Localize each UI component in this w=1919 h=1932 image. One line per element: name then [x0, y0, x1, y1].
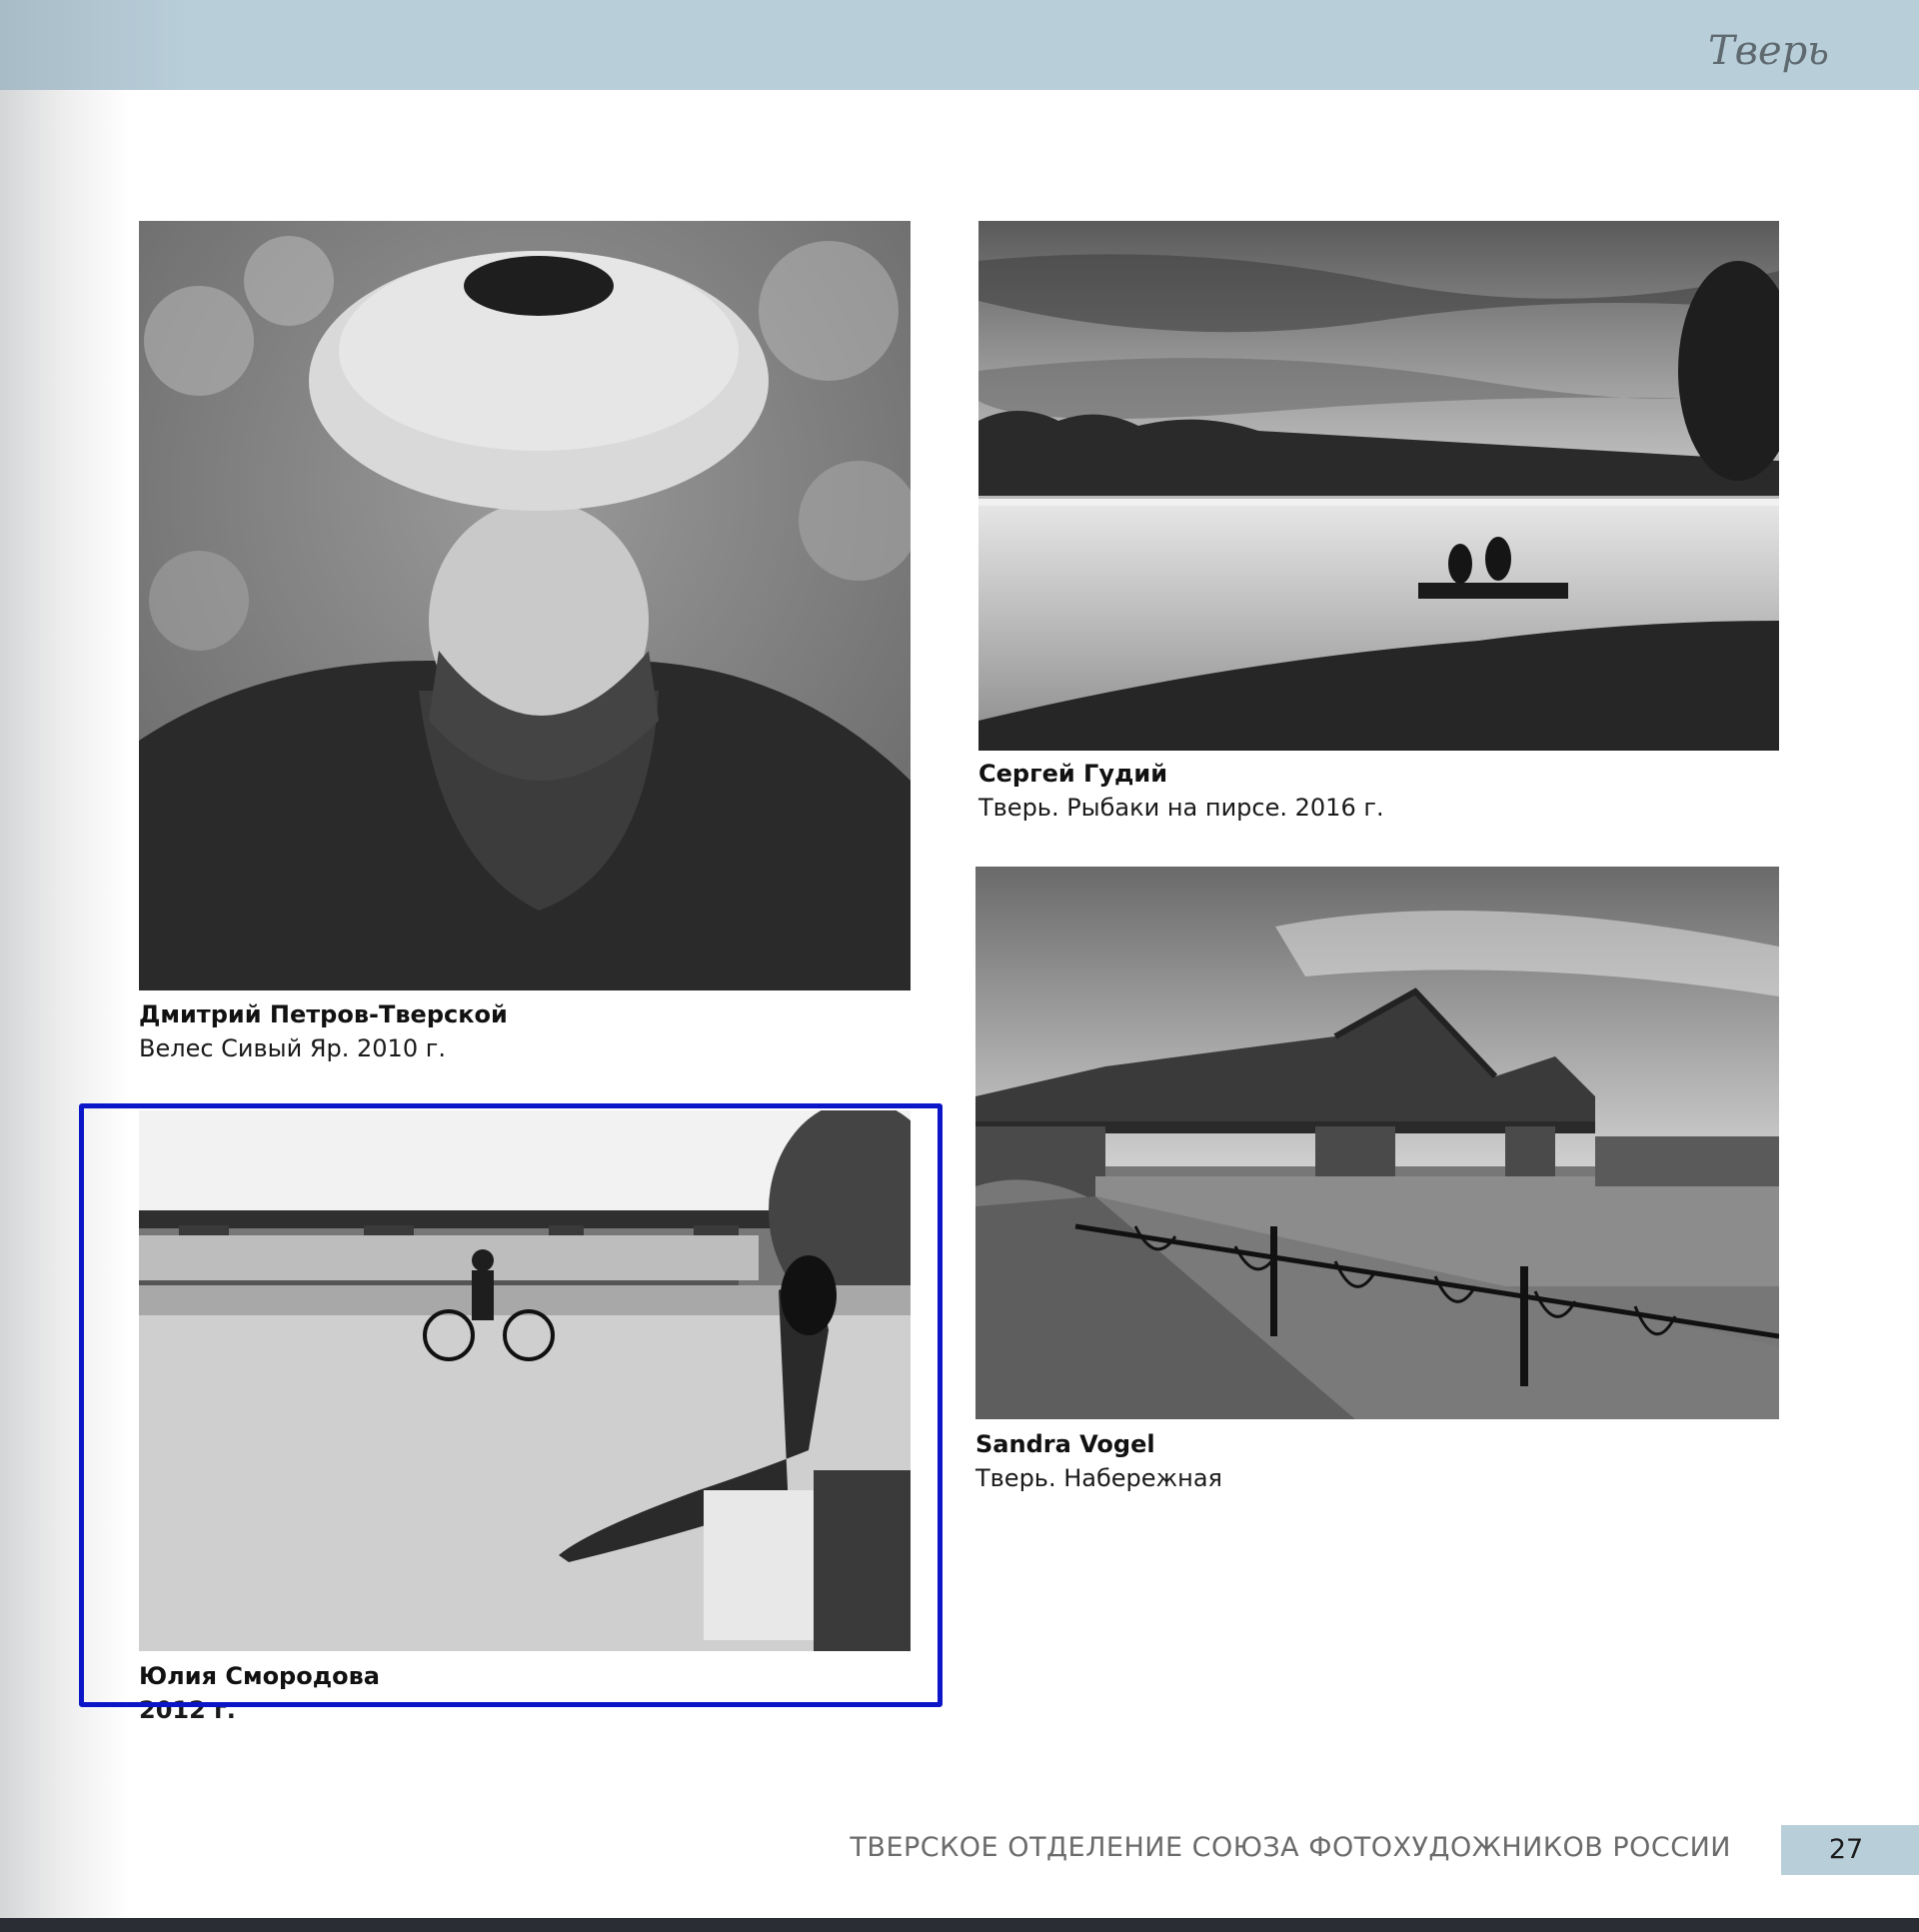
caption-photo-4: Sandra Vogel Тверь. Набережная [975, 1427, 1222, 1495]
photo-author: Юлия Смородова [139, 1662, 380, 1690]
photo-title: 2012 г. [139, 1696, 236, 1724]
caption-photo-1: Дмитрий Петров-Тверской Велес Сивый Яр. … [139, 997, 508, 1065]
photo-title: Велес Сивый Яр. 2010 г. [139, 1034, 446, 1062]
header-title: Тверь [1707, 28, 1829, 74]
photo-author: Сергей Гудий [978, 760, 1168, 788]
photo-embankment-cyclist[interactable] [139, 1110, 911, 1651]
header-band: Тверь [0, 0, 1919, 90]
page-number-badge: 27 [1781, 1825, 1919, 1875]
page-number: 27 [1828, 1834, 1864, 1865]
caption-photo-3: Юлия Смородова 2012 г. [139, 1659, 380, 1727]
photo-title: Тверь. Рыбаки на пирсе. 2016 г. [978, 794, 1384, 822]
photo-author: Sandra Vogel [975, 1430, 1155, 1458]
photo-title: Тверь. Набережная [975, 1464, 1222, 1492]
page-edge-shadow [0, 90, 130, 1919]
caption-photo-2: Сергей Гудий Тверь. Рыбаки на пирсе. 201… [978, 757, 1384, 825]
photo-author: Дмитрий Петров-Тверской [139, 1000, 508, 1028]
photo-fishermen-on-pier[interactable] [978, 221, 1779, 751]
photo-portrait-bearded-man[interactable] [139, 221, 911, 990]
footer-organization: ТВЕРСКОЕ ОТДЕЛЕНИЕ СОЮЗА ФОТОХУДОЖНИКОВ … [850, 1832, 1731, 1863]
bottom-bar [0, 1918, 1919, 1932]
photo-old-bridge-embankment[interactable] [975, 867, 1779, 1419]
